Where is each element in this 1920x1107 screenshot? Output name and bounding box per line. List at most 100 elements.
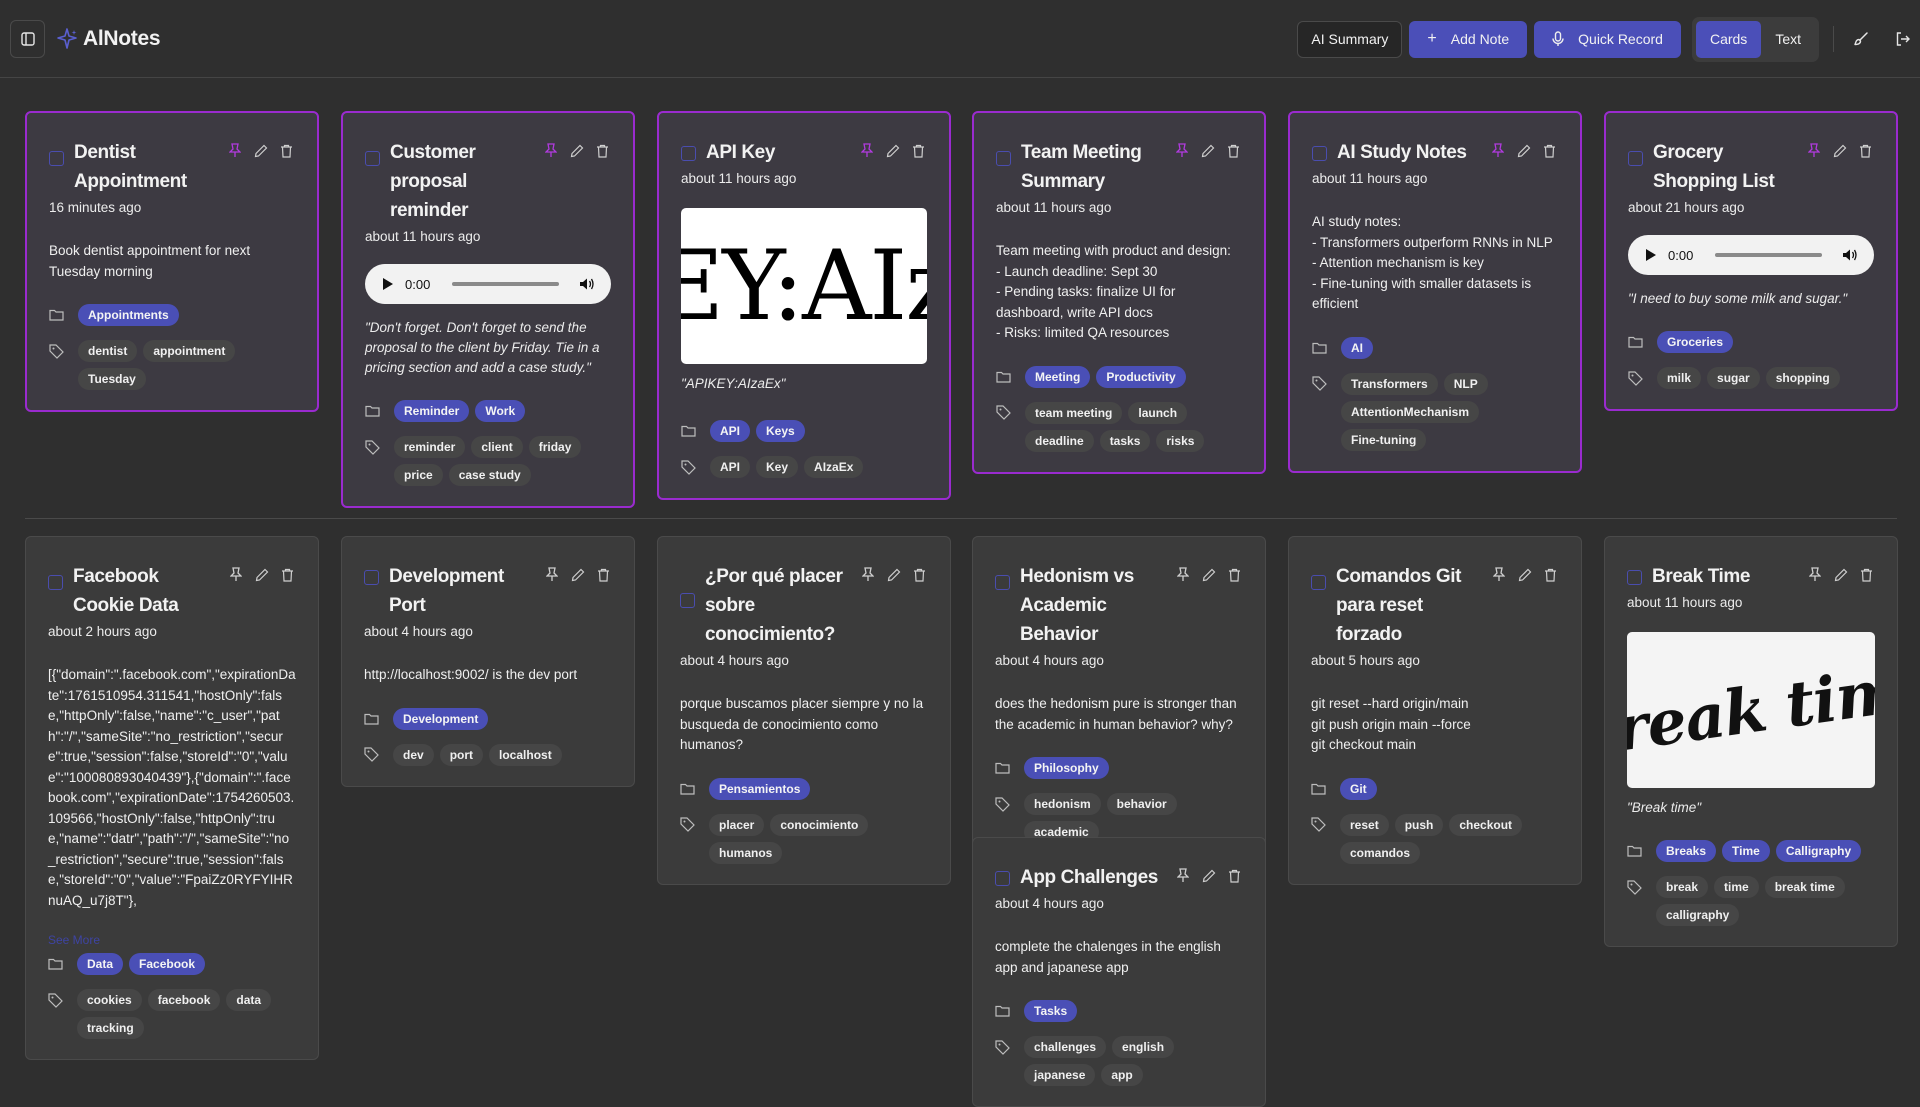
- category-chip[interactable]: API: [710, 420, 751, 442]
- tag-chip[interactable]: team meeting: [1025, 401, 1123, 424]
- tag-chip[interactable]: shopping: [1765, 367, 1840, 389]
- category-chip[interactable]: AI: [1341, 336, 1373, 359]
- tag-chip[interactable]: break: [1656, 876, 1709, 898]
- pin-icon[interactable]: [1174, 566, 1191, 583]
- tag-chip[interactable]: challenges: [1024, 1036, 1107, 1058]
- tag-chip[interactable]: friday: [528, 436, 582, 458]
- tag-chip[interactable]: launch: [1128, 401, 1188, 424]
- note-image[interactable]: EY:AIz: [681, 208, 927, 364]
- tag-chip[interactable]: english: [1112, 1036, 1175, 1058]
- edit-icon[interactable]: [252, 142, 269, 159]
- tag-chip[interactable]: behavior: [1106, 793, 1177, 815]
- select-checkbox[interactable]: [49, 151, 64, 166]
- category-chip[interactable]: Data: [77, 953, 124, 975]
- category-chip[interactable]: Development: [393, 707, 489, 730]
- edit-icon[interactable]: [885, 566, 902, 583]
- tag-chip[interactable]: hedonism: [1024, 793, 1101, 815]
- tag-chip[interactable]: placer: [709, 813, 765, 836]
- tag-chip[interactable]: client: [471, 436, 523, 458]
- select-checkbox[interactable]: [48, 575, 63, 590]
- select-checkbox[interactable]: [681, 146, 696, 161]
- note-card[interactable]: ¿Por qué placer sobre conocimiento? abou…: [657, 536, 951, 885]
- play-icon[interactable]: [1646, 249, 1656, 261]
- note-card[interactable]: App Challenges about 4 hours ago complet…: [972, 837, 1266, 1107]
- category-chip[interactable]: Pensamientos: [709, 777, 811, 800]
- pin-icon[interactable]: [1174, 867, 1191, 884]
- tag-chip[interactable]: calligraphy: [1656, 904, 1740, 926]
- edit-icon[interactable]: [1515, 142, 1532, 159]
- category-chip[interactable]: Philosophy: [1024, 757, 1109, 779]
- tag-chip[interactable]: tracking: [77, 1017, 144, 1039]
- delete-icon[interactable]: [910, 142, 927, 159]
- tag-chip[interactable]: AIzaEx: [804, 456, 864, 478]
- audio-player[interactable]: 0:00: [365, 264, 611, 304]
- delete-icon[interactable]: [278, 142, 295, 159]
- tag-chip[interactable]: conocimiento: [770, 813, 869, 836]
- edit-icon[interactable]: [569, 566, 586, 583]
- tag-chip[interactable]: appointment: [143, 340, 236, 362]
- volume-icon[interactable]: [579, 277, 595, 291]
- category-chip[interactable]: Work: [475, 400, 526, 422]
- note-card[interactable]: Customer proposal reminder about 11 hour…: [341, 111, 635, 508]
- category-chip[interactable]: Appointments: [78, 304, 179, 326]
- tag-chip[interactable]: Key: [756, 456, 799, 478]
- delete-icon[interactable]: [1225, 142, 1242, 159]
- delete-icon[interactable]: [594, 142, 611, 159]
- tag-chip[interactable]: milk: [1657, 367, 1702, 389]
- delete-icon[interactable]: [279, 566, 296, 583]
- select-checkbox[interactable]: [996, 151, 1011, 166]
- tag-chip[interactable]: Fine-tuning: [1341, 428, 1427, 451]
- note-card[interactable]: Facebook Cookie Data about 2 hours ago […: [25, 536, 319, 1060]
- delete-icon[interactable]: [1541, 142, 1558, 159]
- tag-chip[interactable]: API: [710, 456, 751, 478]
- pin-icon[interactable]: [542, 142, 559, 159]
- category-chip[interactable]: Productivity: [1096, 365, 1186, 388]
- ai-summary-button[interactable]: AI Summary: [1297, 20, 1403, 58]
- tag-chip[interactable]: NLP: [1443, 372, 1488, 395]
- see-more-link[interactable]: See More: [48, 933, 296, 947]
- category-chip[interactable]: Keys: [756, 420, 805, 442]
- pin-icon[interactable]: [543, 566, 560, 583]
- quick-record-button[interactable]: Quick Record: [1534, 20, 1681, 58]
- note-card[interactable]: Hedonism vs Academic Behavior about 4 ho…: [972, 536, 1266, 864]
- delete-icon[interactable]: [911, 566, 928, 583]
- note-image[interactable]: Break time: [1627, 632, 1875, 788]
- select-checkbox[interactable]: [1627, 570, 1642, 585]
- tag-chip[interactable]: tasks: [1099, 429, 1151, 452]
- tag-chip[interactable]: localhost: [489, 743, 562, 766]
- note-card[interactable]: Development Port about 4 hours ago http:…: [341, 536, 635, 787]
- edit-icon[interactable]: [1832, 566, 1849, 583]
- category-chip[interactable]: Reminder: [394, 400, 470, 422]
- note-card[interactable]: API Key about 11 hours ago EY:AIz "APIKE…: [657, 111, 951, 500]
- logout-button[interactable]: [1886, 22, 1920, 56]
- select-checkbox[interactable]: [995, 575, 1010, 590]
- note-card[interactable]: Comandos Git para reset forzado about 5 …: [1288, 536, 1582, 885]
- tag-chip[interactable]: checkout: [1449, 813, 1523, 836]
- play-icon[interactable]: [383, 278, 393, 290]
- tag-chip[interactable]: sugar: [1707, 367, 1760, 389]
- pin-icon[interactable]: [1806, 566, 1823, 583]
- tag-chip[interactable]: data: [226, 989, 272, 1011]
- pin-icon[interactable]: [227, 566, 244, 583]
- tag-chip[interactable]: Transformers: [1341, 372, 1438, 395]
- delete-icon[interactable]: [1226, 867, 1243, 884]
- select-checkbox[interactable]: [1312, 146, 1327, 161]
- view-text-tab[interactable]: Text: [1761, 21, 1815, 58]
- select-checkbox[interactable]: [364, 570, 379, 585]
- tag-chip[interactable]: facebook: [147, 989, 221, 1011]
- tag-chip[interactable]: break time: [1764, 876, 1845, 898]
- delete-icon[interactable]: [1857, 142, 1874, 159]
- category-chip[interactable]: Tasks: [1024, 1000, 1078, 1022]
- pin-icon[interactable]: [1173, 142, 1190, 159]
- tag-chip[interactable]: AttentionMechanism: [1341, 400, 1480, 423]
- edit-icon[interactable]: [568, 142, 585, 159]
- note-card[interactable]: Team Meeting Summary about 11 hours ago …: [972, 111, 1266, 474]
- tag-chip[interactable]: Tuesday: [78, 368, 146, 390]
- tag-chip[interactable]: port: [439, 743, 484, 766]
- category-chip[interactable]: Groceries: [1657, 331, 1734, 353]
- pin-icon[interactable]: [1490, 566, 1507, 583]
- tag-chip[interactable]: push: [1394, 813, 1444, 836]
- pin-icon[interactable]: [226, 142, 243, 159]
- delete-icon[interactable]: [1858, 566, 1875, 583]
- edit-icon[interactable]: [1199, 142, 1216, 159]
